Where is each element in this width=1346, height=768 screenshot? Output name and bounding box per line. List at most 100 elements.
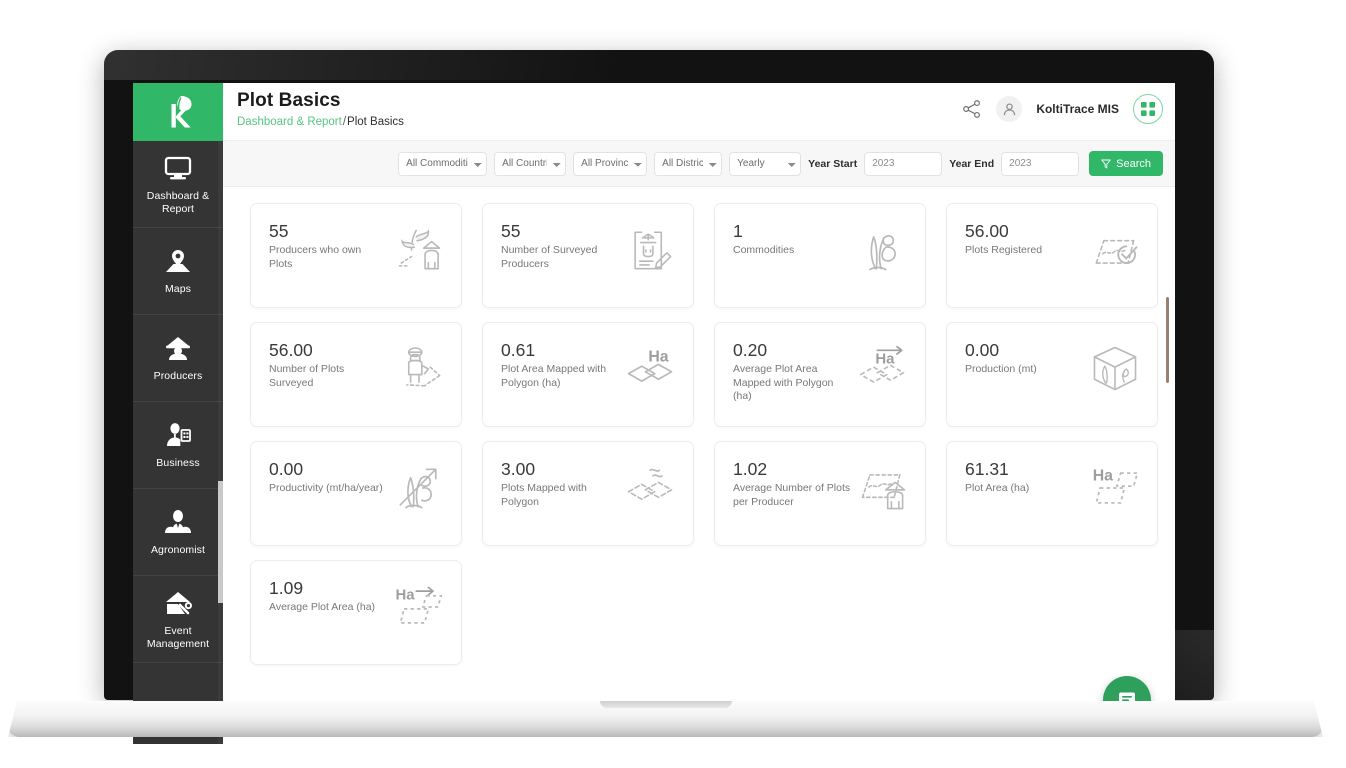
stat-card-plot-area[interactable]: 61.31 Plot Area (ha) Ha	[946, 441, 1158, 546]
stat-card-text: 3.00 Plots Mapped with Polygon	[501, 456, 619, 509]
stat-card-label: Number of Surveyed Producers	[501, 244, 598, 270]
event-tools-icon	[166, 592, 192, 615]
stat-card-label: Production (mt)	[965, 363, 1037, 375]
statistics-cards-area: 55 Producers who own Plots 55 Number of …	[223, 187, 1175, 744]
user-avatar-icon	[1003, 102, 1015, 115]
sidebar-item-producers[interactable]: Producers	[133, 315, 223, 402]
filter-funnel-icon	[1101, 159, 1111, 168]
stat-card-label: Average Plot Area Mapped with Polygon (h…	[733, 363, 834, 402]
content-scrollbar-thumb[interactable]	[1166, 297, 1169, 383]
search-button-label: Search	[1116, 157, 1151, 170]
stat-card-label: Plot Area (ha)	[965, 482, 1030, 494]
sidebar-item-event-management[interactable]: Event Management	[133, 576, 223, 663]
grid-apps-icon	[1141, 102, 1155, 116]
stat-card-text: 0.00 Production (mt)	[965, 337, 1037, 377]
business-person-icon	[167, 423, 191, 447]
stat-card-label: Average Number of Plots per Producer	[733, 482, 851, 508]
period-filter-select[interactable]: Yearly	[729, 151, 802, 176]
sidebar-item-business[interactable]: Business	[133, 402, 223, 489]
stat-card-text: 55 Producers who own Plots	[269, 218, 387, 271]
stat-card-value: 56.00	[269, 340, 313, 360]
year-end-label: Year End	[949, 157, 995, 170]
stat-card-commodities[interactable]: 1 Commodities	[714, 203, 926, 308]
laptop-frame: Dashboard & Report Maps Producers Busine…	[104, 50, 1214, 744]
breadcrumb-link-dashboard[interactable]: Dashboard & Report	[237, 116, 342, 128]
growth-arrow-icon	[399, 468, 437, 509]
top-header-bar: Plot Basics Dashboard & Report/Plot Basi…	[223, 83, 1175, 141]
ha-arrow-dashed-icon: Ha	[395, 587, 443, 624]
stat-card-text: 1.09 Average Plot Area (ha)	[269, 575, 375, 615]
stat-card-label: Number of Plots Surveyed	[269, 363, 345, 389]
stat-card-value: 0.00	[965, 340, 1000, 360]
stat-card-number-of-surveyed-producers[interactable]: 55 Number of Surveyed Producers	[482, 203, 694, 308]
stat-card-production[interactable]: 0.00 Production (mt)	[946, 322, 1158, 427]
stat-card-plots-mapped-with-polygon[interactable]: 3.00 Plots Mapped with Polygon	[482, 441, 694, 546]
provinces-filter-select[interactable]: All Provinces	[573, 151, 648, 176]
districts-filter-select[interactable]: All Districts	[654, 151, 723, 176]
user-name: KoltiTrace MIS	[1036, 102, 1119, 116]
sidebar-item-maps[interactable]: Maps	[133, 228, 223, 315]
stat-card-producers-who-own-plots[interactable]: 55 Producers who own Plots	[250, 203, 462, 308]
stat-card-label: Average Plot Area (ha)	[269, 601, 376, 613]
stat-card-text: 0.00 Productivity (mt/ha/year)	[269, 456, 383, 496]
year-end-input[interactable]	[1001, 151, 1080, 176]
monitor-icon	[164, 156, 192, 180]
box-seaweed-icon	[1093, 346, 1137, 391]
farmer-icon	[166, 337, 190, 361]
stat-card-label: Commodities	[733, 244, 795, 256]
stat-card-value: 1.02	[733, 459, 768, 479]
sidebar-item-agronomist[interactable]: Agronomist	[133, 489, 223, 576]
stat-card-text: 0.61 Plot Area Mapped with Polygon (ha)	[501, 337, 619, 390]
sidebar-item-label: Producers	[153, 370, 203, 383]
stat-card-value: 0.20	[733, 340, 768, 360]
laptop-base	[8, 701, 1323, 737]
stat-card-average-plot-area-mapped-with-polygon[interactable]: 0.20 Average Plot Area Mapped with Polyg…	[714, 322, 926, 427]
filter-toolbar: All Commodities All Countries All Provin…	[223, 141, 1175, 187]
svg-text:Ha: Ha	[875, 350, 895, 367]
breadcrumb-current: Plot Basics	[347, 116, 404, 128]
stat-card-text: 1.02 Average Number of Plots per Produce…	[733, 456, 851, 509]
stat-card-value: 1.09	[269, 578, 304, 598]
app-logo[interactable]	[133, 83, 223, 141]
stat-card-productivity[interactable]: 0.00 Productivity (mt/ha/year)	[250, 441, 462, 546]
stat-card-plots-registered[interactable]: 56.00 Plots Registered	[946, 203, 1158, 308]
stat-card-value: 0.00	[269, 459, 304, 479]
countries-filter-select[interactable]: All Countries	[494, 151, 567, 176]
year-start-input[interactable]	[864, 151, 943, 176]
stat-card-plot-area-mapped-with-polygon[interactable]: 0.61 Plot Area Mapped with Polygon (ha) …	[482, 322, 694, 427]
stat-card-text: 56.00 Plots Registered	[965, 218, 1042, 258]
stat-card-text: 0.20 Average Plot Area Mapped with Polyg…	[733, 337, 851, 404]
application-screen: Dashboard & Report Maps Producers Busine…	[133, 83, 1175, 744]
clipboard-survey-icon	[634, 231, 672, 270]
ha-dashed-plot-icon: Ha	[1093, 468, 1139, 504]
breadcrumb: Dashboard & Report/Plot Basics	[237, 116, 404, 128]
search-button[interactable]: Search	[1089, 151, 1163, 176]
stat-card-text: 56.00 Number of Plots Surveyed	[269, 337, 387, 390]
stat-card-average-number-of-plots-per-producer[interactable]: 1.02 Average Number of Plots per Produce…	[714, 441, 926, 546]
laptop-base-notch	[599, 701, 732, 708]
stat-card-text: 61.31 Plot Area (ha)	[965, 456, 1029, 496]
map-pin-icon	[166, 250, 190, 273]
year-start-label: Year Start	[808, 157, 858, 170]
avatar[interactable]	[996, 96, 1023, 122]
seaweed-icon	[869, 235, 896, 271]
stat-card-value: 0.61	[501, 340, 536, 360]
sidebar-item-label: Business	[156, 457, 200, 470]
bezel-glare	[104, 50, 764, 80]
stat-card-value: 56.00	[965, 221, 1009, 241]
plot-check-icon	[1095, 239, 1138, 264]
stat-card-value: 61.31	[965, 459, 1009, 479]
sidebar-item-label: Maps	[164, 283, 192, 296]
stat-card-value: 1	[733, 221, 743, 241]
page-title: Plot Basics	[237, 90, 341, 111]
stat-card-average-plot-area[interactable]: 1.09 Average Plot Area (ha) Ha	[250, 560, 462, 665]
sidebar-item-dashboard-report[interactable]: Dashboard & Report	[133, 141, 223, 228]
stat-card-label: Plot Area Mapped with Polygon (ha)	[501, 363, 607, 389]
stat-card-label: Producers who own Plots	[269, 244, 362, 270]
apps-grid-button[interactable]	[1133, 94, 1163, 124]
share-icon[interactable]	[962, 99, 982, 119]
commodities-filter-select[interactable]: All Commodities	[398, 151, 488, 176]
sidebar-item-label: Agronomist	[150, 544, 206, 557]
svg-text:Ha: Ha	[1093, 468, 1113, 485]
stat-card-number-of-plots-surveyed[interactable]: 56.00 Number of Plots Surveyed	[250, 322, 462, 427]
